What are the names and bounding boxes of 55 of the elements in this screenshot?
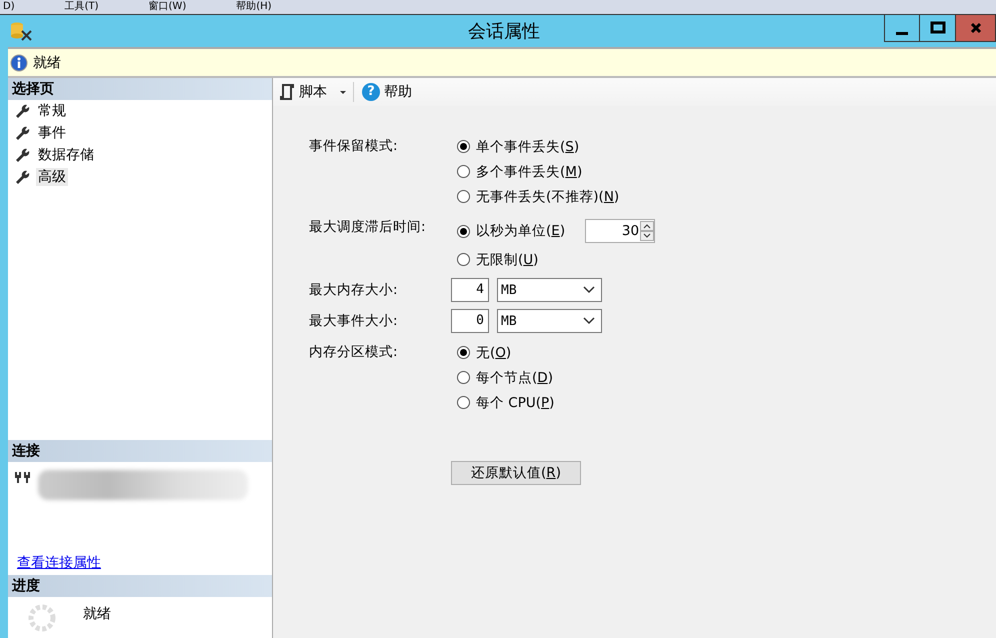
menu-item[interactable]: D) bbox=[2, 0, 16, 14]
unit-dropdown[interactable]: MB bbox=[497, 278, 602, 302]
number-spinner[interactable]: 30 bbox=[585, 219, 656, 243]
maximize-icon bbox=[930, 21, 946, 35]
help-icon: ? bbox=[362, 83, 380, 101]
spinner-icon bbox=[27, 603, 57, 633]
progress-status: 就绪 bbox=[83, 605, 111, 623]
sidebar-item[interactable]: 数据存储 bbox=[36, 146, 96, 164]
radio-option[interactable]: 无事件丢失(不推荐)(N) bbox=[457, 188, 620, 206]
window-title: 会话属性 bbox=[468, 20, 540, 43]
maximize-button[interactable] bbox=[920, 15, 956, 42]
section-header: 选择页 bbox=[8, 78, 272, 100]
wrench-icon bbox=[14, 147, 30, 163]
database-tools-icon bbox=[10, 21, 32, 41]
radio-option[interactable]: 无(O) bbox=[457, 344, 512, 362]
field-label: 内存分区模式: bbox=[309, 343, 399, 362]
script-button[interactable]: 脚本 bbox=[277, 83, 329, 101]
radio-option[interactable]: 以秒为单位(E) bbox=[457, 222, 566, 240]
radio-option[interactable]: 无限制(U) bbox=[457, 250, 538, 268]
scroll-icon bbox=[279, 83, 295, 101]
sidebar-item[interactable]: 高级 bbox=[36, 168, 68, 186]
status-text: 就绪 bbox=[33, 54, 61, 72]
radio-option[interactable]: 单个事件丢失(S) bbox=[457, 138, 580, 156]
field-label: 事件保留模式: bbox=[309, 137, 399, 156]
menu-item[interactable]: 工具(T) bbox=[64, 0, 100, 14]
wrench-icon bbox=[14, 125, 30, 141]
close-icon bbox=[968, 21, 982, 35]
field-label: 最大调度滞后时间: bbox=[309, 218, 427, 237]
number-field[interactable]: 4 bbox=[451, 278, 489, 302]
wrench-icon bbox=[14, 103, 30, 119]
info-icon bbox=[10, 54, 28, 72]
menu-item[interactable]: 帮助(H) bbox=[235, 0, 273, 14]
minimize-button[interactable] bbox=[884, 15, 920, 42]
reset-defaults-button[interactable]: 还原默认值(R) bbox=[451, 461, 581, 485]
chevron-down-icon bbox=[583, 286, 595, 294]
field-label: 最大内存大小: bbox=[309, 281, 399, 300]
wrench-icon bbox=[14, 169, 30, 185]
section-header: 进度 bbox=[8, 575, 272, 597]
close-button[interactable] bbox=[956, 15, 996, 42]
chevron-down-icon bbox=[583, 317, 595, 325]
connection-properties-link[interactable]: 查看连接属性 bbox=[8, 552, 101, 575]
field-label: 最大事件大小: bbox=[309, 312, 399, 331]
plug-icon bbox=[14, 470, 32, 484]
section-header: 连接 bbox=[8, 440, 272, 462]
menu-item[interactable]: 窗口(W) bbox=[148, 0, 188, 14]
minimize-icon bbox=[896, 32, 908, 34]
sidebar-item[interactable]: 常规 bbox=[36, 102, 68, 120]
number-field[interactable]: 0 bbox=[451, 309, 489, 333]
sidebar-item[interactable]: 事件 bbox=[36, 124, 68, 142]
radio-option[interactable]: 每个 CPU(P) bbox=[457, 394, 554, 412]
unit-dropdown[interactable]: MB bbox=[497, 309, 602, 333]
caret-icon[interactable] bbox=[339, 89, 347, 95]
help-button[interactable]: ? 帮助 bbox=[360, 83, 414, 101]
radio-option[interactable]: 每个节点(D) bbox=[457, 368, 553, 386]
radio-option[interactable]: 多个事件丢失(M) bbox=[457, 162, 582, 180]
